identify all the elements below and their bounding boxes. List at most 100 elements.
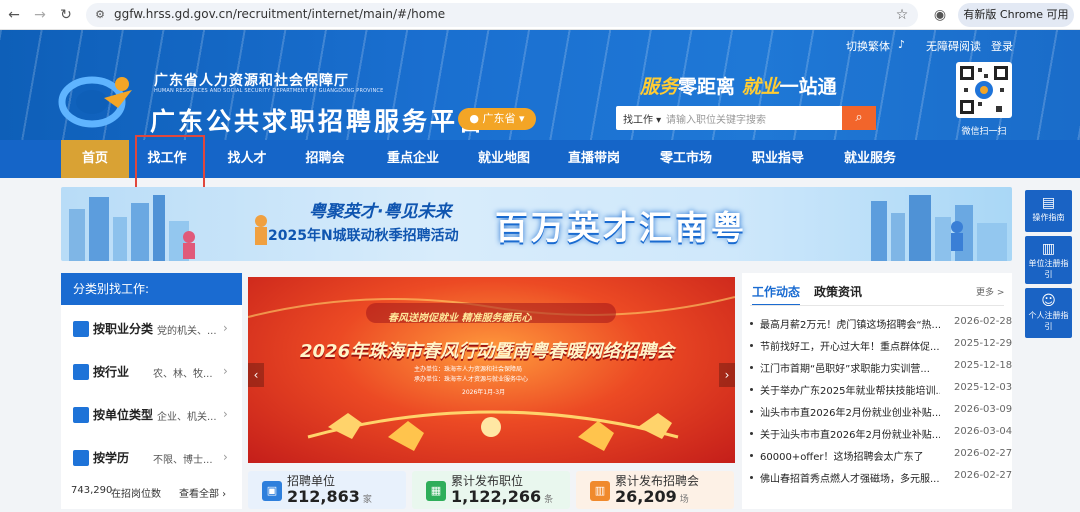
news-item[interactable]: 关于举办广东2025年就业帮扶技能培训... 2025-12-03: [750, 378, 1012, 400]
bullet-icon: [750, 366, 753, 369]
id-card-icon: ▦: [426, 481, 446, 501]
view-all-link[interactable]: 查看全部 ›: [179, 485, 226, 500]
news-date: 2026-03-09: [954, 404, 1013, 415]
chevron-right-icon: ›: [223, 364, 228, 378]
carousel-slogan: 春风送岗促就业 精准服务暖民心: [388, 313, 532, 324]
news-date: 2026-02-27: [954, 470, 1013, 481]
category-by-employer-type[interactable]: 按单位类型 企业、机关... ›: [61, 397, 242, 437]
news-item[interactable]: 关于汕头市市直2026年2月份就业补贴... 2026-03-04: [750, 422, 1012, 444]
news-date: 2026-02-28: [954, 316, 1013, 327]
search-button[interactable]: ⌕: [842, 106, 876, 130]
bookmark-star-icon[interactable]: ☆: [894, 7, 910, 23]
nav-item-job-fair[interactable]: 招聘会: [290, 140, 360, 178]
nav-item-key-enterprises[interactable]: 重点企业: [375, 140, 451, 178]
slogan-part2: 零距离: [678, 76, 736, 98]
banner-headline: 百万英才汇南粤: [495, 208, 747, 247]
category-by-education[interactable]: 按学历 不限、博士... ›: [61, 440, 242, 480]
profile-icon[interactable]: ◉: [932, 7, 948, 23]
bell-icon[interactable]: ♪: [898, 38, 905, 51]
tab-policy-info[interactable]: 政策资讯: [814, 283, 862, 300]
tab-work-updates[interactable]: 工作动态: [752, 283, 801, 306]
carousel-organizers: 主办单位：珠海市人力资源和社会保障局 承办单位：珠海市人才资源与就业服务中心: [414, 365, 528, 385]
category-desc: 农、林、牧...: [153, 369, 213, 380]
news-title: 关于举办广东2025年就业帮扶技能培训...: [760, 386, 940, 397]
category-desc: 企业、机关...: [157, 412, 217, 423]
traditional-chinese-link[interactable]: 切换繁体: [846, 38, 890, 54]
building-icon: ▥: [1041, 241, 1056, 257]
view-all-label: 查看全部: [179, 489, 219, 500]
address-bar[interactable]: ⚙ ggfw.hrss.gd.gov.cn/recruitment/intern…: [86, 3, 918, 27]
briefcase-icon: [73, 364, 89, 380]
category-by-industry[interactable]: 按行业 农、林、牧... ›: [61, 354, 242, 394]
job-search-box: 找工作 ▾ 请输入职位关键字搜索 ⌕: [616, 106, 876, 130]
news-item[interactable]: 最高月薪2万元！虎门镇这场招聘会“热... 2026-02-28: [750, 312, 1012, 334]
promo-carousel[interactable]: 春风送岗促就业 精准服务暖民心 2026年珠海市春风行动暨南粤春暖网络招聘会 主…: [248, 277, 735, 463]
open-positions-label: 在招岗位数: [111, 489, 161, 500]
bullet-icon: [750, 344, 753, 347]
category-title: 按单位类型: [93, 408, 154, 422]
search-icon: ⌕: [855, 110, 863, 125]
province-selector[interactable]: ● 广东省 ▾: [458, 108, 536, 130]
news-item[interactable]: 佛山春招首秀点燃人才强磁场，多元服... 2026-02-27: [750, 466, 1012, 488]
nav-item-career-guidance[interactable]: 职业指导: [740, 140, 816, 178]
back-icon[interactable]: ←: [6, 7, 22, 23]
new-version-button[interactable]: 有新版 Chrome 可用: [958, 3, 1074, 27]
banner-event-name: 2025年N城联动秋季招聘活动: [268, 228, 459, 244]
carousel-co-organizer: 承办单位：珠海市人才资源与就业服务中心: [414, 376, 529, 383]
nav-item-live-hiring[interactable]: 直播带岗: [556, 140, 632, 178]
news-item[interactable]: 60000+offer！这场招聘会太广东了 2026-02-27: [750, 444, 1012, 466]
category-panel-title: 分类别找工作:: [61, 273, 242, 305]
carousel-next-button[interactable]: ›: [719, 363, 735, 387]
nav-item-home[interactable]: 首页: [61, 140, 129, 178]
reload-icon[interactable]: ↻: [58, 7, 74, 23]
org-name-en: HUMAN RESOURCES AND SOCIAL SECURITY DEPA…: [154, 88, 384, 94]
search-input[interactable]: 请输入职位关键字搜索: [666, 111, 766, 126]
news-title: 佛山春招首秀点燃人才强磁场，多元服...: [760, 474, 940, 485]
category-title: 按行业: [93, 365, 130, 379]
building-icon: [73, 407, 89, 423]
stat-positions: ▦ 累计发布职位 1,122,266 条: [412, 471, 570, 509]
accessibility-link[interactable]: 无障碍阅读: [926, 38, 981, 54]
site-header: 切换繁体 ♪ 无障碍阅读 登录 广东省人力资源和社会保障厅 HUMAN RESO…: [0, 30, 1080, 140]
side-tool-guide[interactable]: ▤ 操作指南: [1025, 190, 1072, 232]
news-divider: [750, 305, 1004, 306]
slogan-part3: 就业: [741, 76, 780, 98]
slogan-part1: 服务: [640, 76, 679, 98]
side-tool-employer-register[interactable]: ▥ 单位注册指引: [1025, 236, 1072, 284]
nav-item-find-talent[interactable]: 找人才: [212, 140, 282, 178]
side-tool-employer-label: 单位注册指引: [1028, 259, 1069, 279]
side-tool-person-register[interactable]: ☺ 个人注册指引: [1025, 288, 1072, 338]
department-logo-icon: [58, 76, 132, 128]
carousel-title: 2026年珠海市春风行动暨南粤春暖网络招聘会: [300, 341, 675, 362]
news-more-link[interactable]: 更多 >: [976, 285, 1004, 298]
nav-item-gig-market[interactable]: 零工市场: [648, 140, 724, 178]
stat-number: 1,122,266: [451, 487, 542, 506]
site-info-icon[interactable]: ⚙: [92, 7, 108, 23]
category-by-occupation[interactable]: 按职业分类 党的机关、... ›: [61, 311, 242, 351]
news-date: 2025-12-03: [954, 382, 1013, 393]
browser-toolbar: ← → ↻ ⚙ ggfw.hrss.gd.gov.cn/recruitment/…: [0, 0, 1080, 30]
banner-subtitle: 粤聚英才·粤见未来: [309, 202, 452, 222]
nav-item-employment-services[interactable]: 就业服务: [832, 140, 908, 178]
login-link[interactable]: 登录: [991, 38, 1013, 54]
campaign-banner[interactable]: 粤聚英才·粤见未来 2025年N城联动秋季招聘活动 百万英才汇南粤: [61, 187, 1012, 261]
org-name-cn: 广东省人力资源和社会保障厅: [154, 73, 349, 89]
open-positions-count: 743,290: [71, 485, 113, 496]
carousel-prev-button[interactable]: ‹: [248, 363, 264, 387]
news-item[interactable]: 汕头市市直2026年2月份就业创业补贴... 2026-03-09: [750, 400, 1012, 422]
side-tool-person-label: 个人注册指引: [1028, 311, 1069, 331]
site-title: 广东公共求职招聘服务平台: [150, 107, 487, 136]
stat-job-fairs: ▥ 累计发布招聘会 26,209 场: [576, 471, 734, 509]
search-type-select[interactable]: 找工作 ▾: [623, 111, 661, 126]
stat-unit: 场: [679, 495, 689, 505]
news-title: 节前找好工，开心过大年！重点群体促...: [760, 342, 940, 353]
nav-item-employment-map[interactable]: 就业地图: [466, 140, 542, 178]
news-title: 江门市首期“邑职好”求职能力实训营...: [760, 364, 930, 375]
news-item[interactable]: 江门市首期“邑职好”求职能力实训营... 2025-12-18: [750, 356, 1012, 378]
forward-icon[interactable]: →: [32, 7, 48, 23]
news-date: 2026-03-04: [954, 426, 1013, 437]
chart-icon: ▥: [590, 481, 610, 501]
news-panel: 工作动态 政策资讯 更多 > 最高月薪2万元！虎门镇这场招聘会“热... 2026…: [742, 273, 1012, 509]
news-item[interactable]: 节前找好工，开心过大年！重点群体促... 2025-12-29: [750, 334, 1012, 356]
stat-employers: ▣ 招聘单位 212,863 家: [248, 471, 406, 509]
